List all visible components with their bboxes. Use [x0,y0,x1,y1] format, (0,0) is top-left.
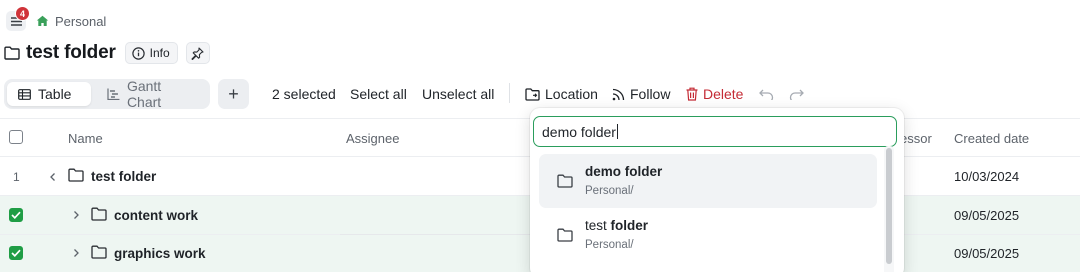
unselect-all-button[interactable]: Unselect all [422,85,494,103]
location-option[interactable]: test folder Personal/ [539,208,877,262]
undo-icon [758,89,773,100]
row-checkbox[interactable] [9,208,23,222]
row-name[interactable]: content work [114,208,198,223]
gantt-chart-icon [107,88,120,100]
row-created-date: 09/05/2025 [954,246,1020,261]
checkmark-icon [11,249,21,257]
chevron-left-icon[interactable] [47,171,59,183]
info-label: Info [149,46,170,60]
delete-button[interactable]: Delete [686,85,743,103]
location-button[interactable]: Location [525,85,598,103]
row-name[interactable]: test folder [91,169,156,184]
undo-button[interactable] [757,85,775,103]
column-header-created-date[interactable]: Created date [954,131,1029,146]
rss-icon [612,88,625,100]
breadcrumb[interactable]: Personal [36,13,106,29]
redo-button[interactable] [787,85,805,103]
follow-button[interactable]: Follow [612,85,670,103]
location-label: Location [545,86,598,102]
location-dropdown: demo folder demo folder Personal/ test f… [530,108,904,272]
notification-badge: 4 [15,6,30,21]
column-header-assignee[interactable]: Assignee [346,131,399,146]
location-option-path: Personal/ [585,185,634,197]
add-view-button[interactable]: + [218,79,249,109]
title-row: test folder Info [4,40,210,66]
tab-table-label: Table [38,86,72,102]
select-all-button[interactable]: Select all [350,85,407,103]
folder-icon [4,46,20,60]
row-created-date: 09/05/2025 [954,208,1020,223]
location-option-title-match: folder [610,218,649,233]
row-number: 1 [13,170,20,184]
info-icon [131,46,145,60]
tab-gantt-label: Gantt Chart [126,78,162,110]
column-header-name[interactable]: Name [68,131,103,146]
page-title: test folder [26,42,116,63]
select-all-checkbox[interactable] [9,130,23,144]
scrollbar-thumb[interactable] [886,148,892,264]
home-icon [36,15,49,26]
view-switcher: Table Gantt Chart [4,78,210,110]
folder-icon [91,207,107,221]
folder-icon [557,174,573,188]
row-created-date: 10/03/2024 [954,169,1020,184]
toolbar-divider [509,83,510,103]
row-checkbox[interactable] [9,246,23,260]
chevron-right-icon[interactable] [70,247,82,259]
folder-icon [557,228,573,242]
location-option-title-plain: test [585,218,611,233]
location-option[interactable]: demo folder Personal/ [539,154,877,208]
text-caret [616,124,618,139]
tab-table[interactable]: Table [7,82,91,106]
row-name[interactable]: graphics work [114,246,206,261]
location-search-value: demo folder [542,123,616,140]
selected-count: 2 selected [272,86,336,102]
folder-icon [68,168,84,182]
chevron-right-icon[interactable] [70,209,82,221]
info-button[interactable]: Info [124,42,178,64]
location-option-title: demo folder [585,164,663,179]
folder-icon [91,245,107,259]
location-option-path: Personal/ [585,239,634,251]
column-header-predecessor[interactable]: essor [900,131,932,146]
location-option-title: test folder [585,218,648,233]
location-search-input[interactable]: demo folder [533,116,897,147]
delete-label: Delete [703,86,744,102]
pin-button[interactable] [185,42,210,64]
folder-move-icon [525,87,540,101]
trash-icon [686,87,698,101]
follow-label: Follow [630,86,671,102]
pin-icon [191,46,204,60]
table-icon [18,88,31,100]
breadcrumb-personal[interactable]: Personal [55,14,106,29]
checkmark-icon [11,211,21,219]
tab-gantt-chart[interactable]: Gantt Chart [96,78,210,110]
redo-icon [789,89,804,100]
